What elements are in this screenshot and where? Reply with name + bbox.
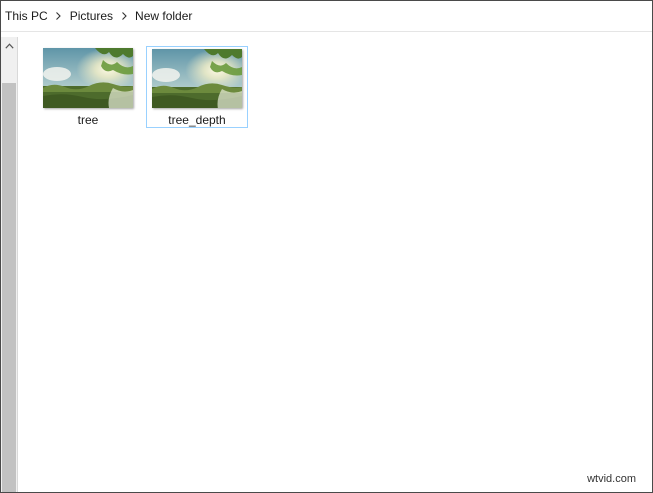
watermark: wtvid.com [587,473,636,485]
chevron-right-icon[interactable] [117,9,131,23]
chevron-up-icon [4,43,14,49]
image-thumbnail [152,49,242,108]
breadcrumb-item-new-folder[interactable]: New folder [131,9,196,23]
file-name: tree_depth [168,113,226,127]
file-list: tree tree_depth [19,37,651,492]
breadcrumb-item-this-pc[interactable]: This PC [1,9,52,23]
breadcrumb: This PC Pictures New folder [1,1,652,32]
scroll-up-button[interactable] [1,37,17,55]
scrollbar-thumb[interactable] [2,83,16,492]
explorer-window: This PC Pictures New folder tree tree_de… [0,0,653,493]
vertical-scrollbar[interactable] [1,37,18,492]
file-item-tree[interactable]: tree [37,46,139,128]
image-thumbnail [43,48,133,108]
file-name: tree [77,113,99,127]
file-item-tree-depth[interactable]: tree_depth [146,46,248,128]
chevron-right-icon[interactable] [52,9,66,23]
breadcrumb-item-pictures[interactable]: Pictures [66,9,117,23]
